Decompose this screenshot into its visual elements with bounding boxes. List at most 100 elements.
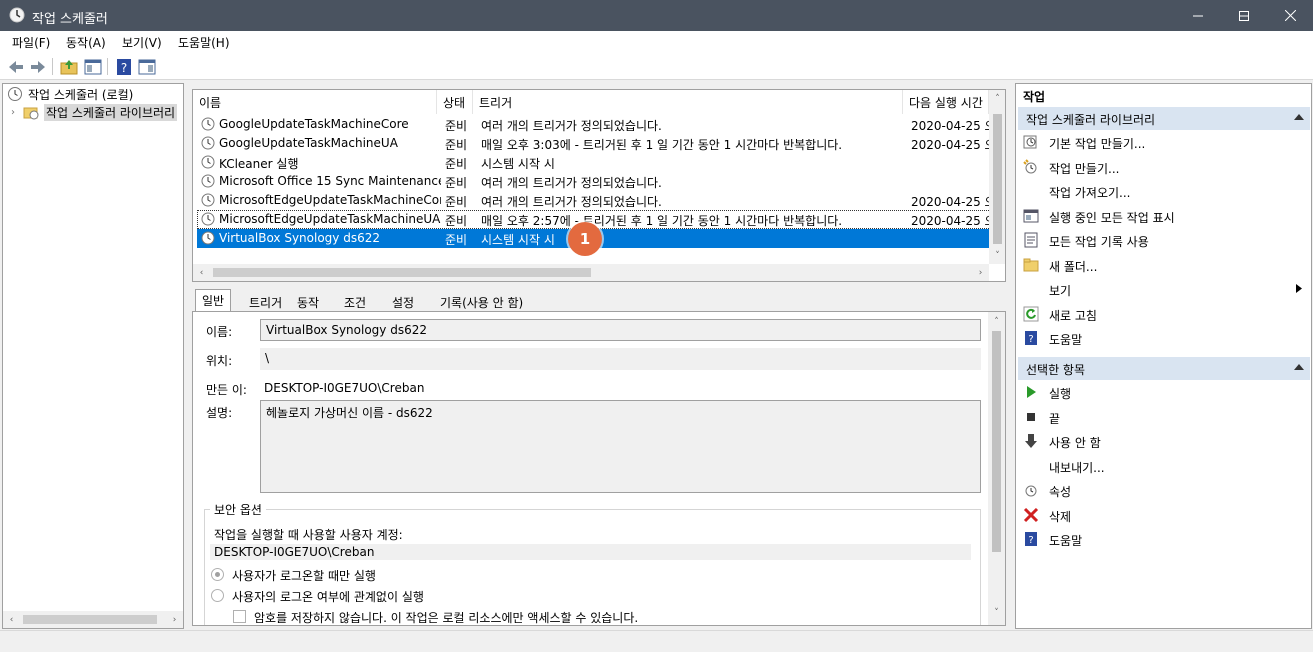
scroll-thumb[interactable] xyxy=(993,114,1002,244)
menu-action[interactable]: 동작(A) xyxy=(66,34,106,51)
task-status: 준비 xyxy=(445,233,468,247)
chevron-right-icon[interactable]: › xyxy=(11,107,23,118)
description-field[interactable]: 헤놀로지 가상머신 이름 - ds622 xyxy=(260,400,981,493)
name-field[interactable]: VirtualBox Synology ds622 xyxy=(260,319,981,341)
collapse-icon[interactable] xyxy=(1294,363,1304,370)
status-bar xyxy=(0,630,1313,652)
action-item-label: 실행 xyxy=(1049,387,1072,401)
task-name: Microsoft Office 15 Sync Maintenance ... xyxy=(219,174,441,188)
actions-section-library[interactable]: 작업 스케줄러 라이브러리 xyxy=(1018,107,1310,130)
run-icon xyxy=(1023,384,1039,400)
task-next-run: 2020-04-25 오 xyxy=(911,214,991,228)
location-field: \ xyxy=(260,348,981,370)
task-row[interactable]: GoogleUpdateTaskMachineUA 준비 매일 오후 3:03에 -… xyxy=(197,134,991,153)
action-item[interactable]: 작업 가져오기... xyxy=(1018,179,1310,203)
task-name: GoogleUpdateTaskMachineCore xyxy=(219,117,409,131)
tree-item-root[interactable]: 작업 스케줄러 (로컬) xyxy=(7,85,133,103)
action-item[interactable]: 사용 안 함 xyxy=(1018,429,1310,453)
action-item[interactable]: ? 도움말 xyxy=(1018,326,1310,350)
tab-settings[interactable]: 설정 xyxy=(385,291,421,311)
menu-help[interactable]: 도움말(H) xyxy=(178,34,230,51)
column-header-status[interactable]: 상태 xyxy=(437,90,473,114)
tab-conditions[interactable]: 조건 xyxy=(337,291,373,311)
task-name: MicrosoftEdgeUpdateTaskMachineCore xyxy=(219,193,441,207)
action-item[interactable]: 기본 작업 만들기... xyxy=(1018,130,1310,154)
show-hide-action-pane-icon[interactable] xyxy=(137,57,157,77)
action-item[interactable]: 새 폴더... xyxy=(1018,253,1310,277)
menu-view[interactable]: 보기(V) xyxy=(122,34,162,51)
action-item[interactable]: 새로 고침 xyxy=(1018,302,1310,326)
tree-horizontal-scrollbar[interactable]: ‹ › xyxy=(3,611,183,628)
action-item[interactable]: 실행 중인 모든 작업 표시 xyxy=(1018,204,1310,228)
delete-icon xyxy=(1023,507,1039,523)
actions-section-selected[interactable]: 선택한 항목 xyxy=(1018,357,1310,380)
tab-actions[interactable]: 동작 xyxy=(290,291,326,311)
scroll-thumb[interactable] xyxy=(992,331,1001,552)
task-row[interactable]: MicrosoftEdgeUpdateTaskMachineCore 준비 여러 개… xyxy=(197,191,991,210)
task-name: KCleaner 실행 xyxy=(219,157,299,171)
up-folder-icon[interactable] xyxy=(59,57,79,77)
menu-file[interactable]: 파일(F) xyxy=(12,34,50,51)
task-name: GoogleUpdateTaskMachineUA xyxy=(219,136,398,150)
task-trigger: 매일 오후 3:03에 - 트리거된 후 1 일 기간 동안 1 시간마다 반복… xyxy=(481,138,843,152)
task-row[interactable]: Microsoft Office 15 Sync Maintenance ...… xyxy=(197,172,991,191)
task-trigger: 매일 오후 2:57에 - 트리거된 후 1 일 기간 동안 1 시간마다 반복… xyxy=(481,214,843,228)
help-icon[interactable]: ? xyxy=(114,57,134,77)
scroll-thumb[interactable] xyxy=(213,268,591,277)
action-item[interactable]: 삭제 xyxy=(1018,503,1310,527)
scroll-up-icon[interactable]: ˄ xyxy=(989,90,1005,107)
folder-clock-icon xyxy=(23,107,39,120)
action-item-label: 끝 xyxy=(1049,411,1061,426)
tab-triggers[interactable]: 트리거 xyxy=(242,291,289,311)
scroll-right-icon[interactable]: › xyxy=(166,611,183,628)
forward-icon[interactable] xyxy=(28,57,48,77)
checkbox-do-not-store-password-label: 암호를 저장하지 않습니다. 이 작업은 로컬 리소스에만 액세스할 수 있습니… xyxy=(254,611,639,625)
action-item[interactable]: ? 도움말 xyxy=(1018,527,1310,551)
column-header-name[interactable]: 이름 xyxy=(193,90,437,114)
action-item[interactable]: 작업 만들기... xyxy=(1018,155,1310,179)
action-item[interactable]: 끝 xyxy=(1018,405,1310,429)
collapse-icon[interactable] xyxy=(1294,113,1304,120)
task-list-vertical-scrollbar[interactable]: ˄ ˅ xyxy=(989,90,1005,264)
svg-text:?: ? xyxy=(1028,535,1033,546)
maximize-button[interactable] xyxy=(1221,0,1267,31)
basic-task-icon xyxy=(1023,134,1039,150)
title-bar: 작업 스케줄러 xyxy=(0,0,1313,31)
action-item[interactable]: 보기 xyxy=(1018,277,1310,301)
minimize-btn[interactable] xyxy=(1175,0,1221,31)
scroll-down-icon[interactable]: ˅ xyxy=(988,604,1005,621)
detail-vertical-scrollbar[interactable]: ˄ ˅ xyxy=(988,312,1005,625)
action-item[interactable]: 속성 xyxy=(1018,478,1310,502)
scroll-left-icon[interactable]: ‹ xyxy=(3,611,20,628)
radio-run-whether-logged-on[interactable] xyxy=(211,589,224,602)
task-clock-icon xyxy=(201,117,215,131)
properties-icon xyxy=(1023,482,1039,498)
security-options-title: 보안 옵션 xyxy=(210,501,266,518)
scroll-up-icon[interactable]: ˄ xyxy=(988,313,1005,330)
task-row[interactable]: KCleaner 실행 준비 시스템 시작 시 xyxy=(197,153,991,172)
task-clock-icon xyxy=(201,231,215,245)
action-item[interactable]: 모든 작업 기록 사용 xyxy=(1018,228,1310,252)
tree-pane: 작업 스케줄러 (로컬) › 작업 스케줄러 라이브러리 ‹ › xyxy=(2,83,184,629)
tab-history[interactable]: 기록(사용 안 함) xyxy=(433,291,530,311)
scroll-left-icon[interactable]: ‹ xyxy=(193,264,210,281)
scroll-down-icon[interactable]: ˅ xyxy=(989,247,1005,264)
general-tab-panel: 이름: VirtualBox Synology ds622 위치: \ 만든 이… xyxy=(192,311,1006,626)
show-hide-tree-icon[interactable] xyxy=(83,57,103,77)
task-clock-icon xyxy=(201,212,215,226)
action-item[interactable]: 실행 xyxy=(1018,380,1310,404)
radio-run-only-logged-on[interactable] xyxy=(211,568,224,581)
scroll-right-icon[interactable]: › xyxy=(972,264,989,281)
action-item[interactable]: 내보내기... xyxy=(1018,454,1310,478)
checkbox-do-not-store-password[interactable] xyxy=(233,610,246,623)
close-button[interactable] xyxy=(1267,0,1313,31)
back-icon[interactable] xyxy=(6,57,26,77)
column-header-next-run[interactable]: 다음 실행 시간 xyxy=(903,90,989,114)
task-row[interactable]: GoogleUpdateTaskMachineCore 준비 여러 개의 트리거가 … xyxy=(197,115,991,134)
scroll-thumb[interactable] xyxy=(23,615,157,624)
tree-item-library[interactable]: › 작업 스케줄러 라이브러리 xyxy=(11,103,178,121)
task-list-horizontal-scrollbar[interactable]: ‹ › xyxy=(193,264,989,281)
tab-general[interactable]: 일반 xyxy=(195,289,232,312)
column-header-trigger[interactable]: 트리거 xyxy=(473,90,903,114)
refresh-icon xyxy=(1023,306,1039,322)
